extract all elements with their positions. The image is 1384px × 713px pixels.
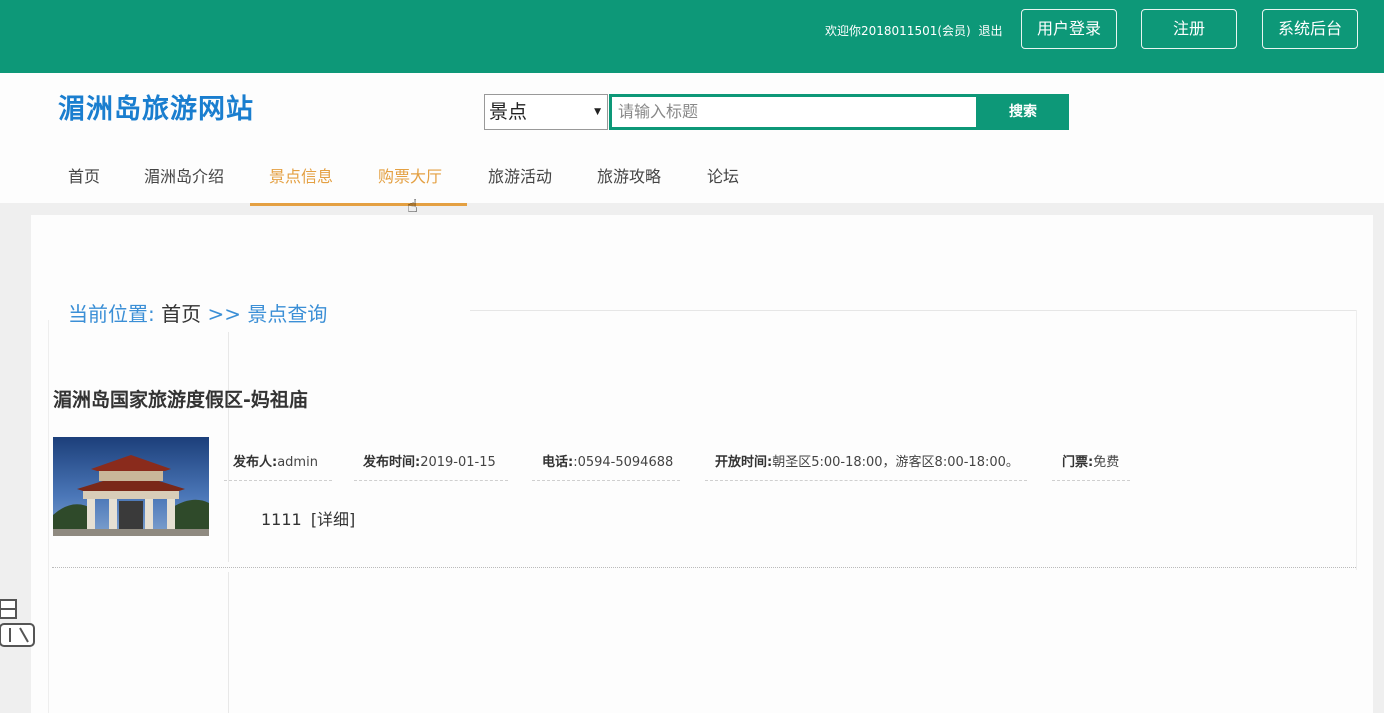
temple-gate-image (53, 437, 209, 536)
nav-item-guides[interactable]: 旅游攻略 (597, 163, 661, 187)
summary-text: 1111 (261, 510, 302, 529)
publish-date-info: 发布时间:2019-01-15 (363, 451, 496, 470)
breadcrumb-separator: >> (207, 302, 241, 326)
main-nav: 首页 湄洲岛介绍 景点信息 购票大厅 旅游活动 旅游攻略 论坛 (0, 159, 1384, 206)
breadcrumb-prefix: 当前位置: (68, 302, 155, 326)
attraction-title[interactable]: 湄洲岛国家旅游度假区-妈祖庙 (53, 385, 308, 412)
nav-item-activities[interactable]: 旅游活动 (488, 163, 552, 187)
logout-link[interactable]: 退出 (979, 24, 1003, 38)
welcome-text: 欢迎你2018011501(会员) 退出 (825, 22, 1003, 39)
meta-underline (354, 480, 508, 481)
opening-hours-info: 开放时间:朝圣区5:00-18:00，游客区8:00-18:00。 (715, 451, 1019, 470)
watermark-icon (0, 598, 36, 655)
column-divider (228, 572, 229, 713)
publish-date-value: 2019-01-15 (420, 455, 496, 470)
welcome-message: 欢迎你2018011501(会员) (825, 24, 971, 38)
nav-item-forum[interactable]: 论坛 (707, 163, 739, 187)
nav-item-attractions[interactable]: 景点信息 (269, 163, 333, 187)
meta-underline (1052, 480, 1130, 481)
phone-info: 电话::0594-5094688 (542, 451, 673, 470)
opening-hours-label: 开放时间: (715, 455, 773, 470)
phone-label: 电话: (542, 455, 574, 470)
publisher-label: 发布人: (233, 455, 278, 470)
meta-underline (705, 480, 1027, 481)
ticket-value: 免费 (1093, 455, 1120, 470)
opening-hours-value: 朝圣区5:00-18:00，游客区8:00-18:00。 (772, 455, 1019, 470)
search-button[interactable]: 搜索 (977, 94, 1069, 130)
ticket-info: 门票:免费 (1062, 451, 1119, 470)
register-button[interactable]: 注册 (1141, 9, 1237, 49)
nav-item-tickets[interactable]: 购票大厅 (378, 163, 442, 187)
column-divider (228, 332, 229, 562)
breadcrumb-current: 景点查询 (247, 302, 328, 326)
content-border (1356, 310, 1357, 570)
publisher-value: admin (277, 455, 318, 470)
hand-cursor-icon: ☝ (407, 196, 418, 217)
attraction-summary: 1111 [详细] (261, 506, 355, 530)
publish-date-label: 发布时间: (363, 455, 421, 470)
site-logo[interactable]: 湄洲岛旅游网站 (58, 87, 254, 126)
dropdown-arrow-icon: ▼ (594, 107, 601, 117)
search-category-select[interactable]: 景点 ▼ (484, 94, 608, 130)
search-input[interactable]: 请输入标题 (609, 94, 979, 130)
publisher-info: 发布人:admin (233, 451, 318, 470)
site-header: 湄洲岛旅游网站 景点 ▼ 请输入标题 搜索 首页 湄洲岛介绍 景点信息 购票大厅… (0, 73, 1384, 206)
meta-underline (532, 480, 680, 481)
detail-link[interactable]: [详细] (311, 510, 356, 529)
list-divider (52, 567, 1356, 568)
nav-item-intro[interactable]: 湄洲岛介绍 (144, 163, 224, 187)
phone-value: :0594-5094688 (573, 455, 674, 470)
sidebar-border (48, 320, 49, 713)
breadcrumb-rule (470, 310, 1356, 311)
attraction-photo[interactable] (53, 437, 209, 536)
user-login-button[interactable]: 用户登录 (1021, 9, 1117, 49)
breadcrumb-home[interactable]: 首页 (161, 302, 201, 326)
admin-backend-button[interactable]: 系统后台 (1262, 9, 1358, 49)
search-category-value: 景点 (489, 101, 528, 123)
ticket-label: 门票: (1062, 455, 1094, 470)
watermark-glyph-icon (0, 599, 35, 647)
breadcrumb: 当前位置: 首页 >> 景点查询 (68, 298, 327, 327)
nav-active-underline (250, 203, 467, 206)
meta-underline (224, 480, 332, 481)
nav-item-home[interactable]: 首页 (68, 163, 100, 187)
top-bar: 欢迎你2018011501(会员) 退出 用户登录 注册 系统后台 (0, 0, 1384, 73)
